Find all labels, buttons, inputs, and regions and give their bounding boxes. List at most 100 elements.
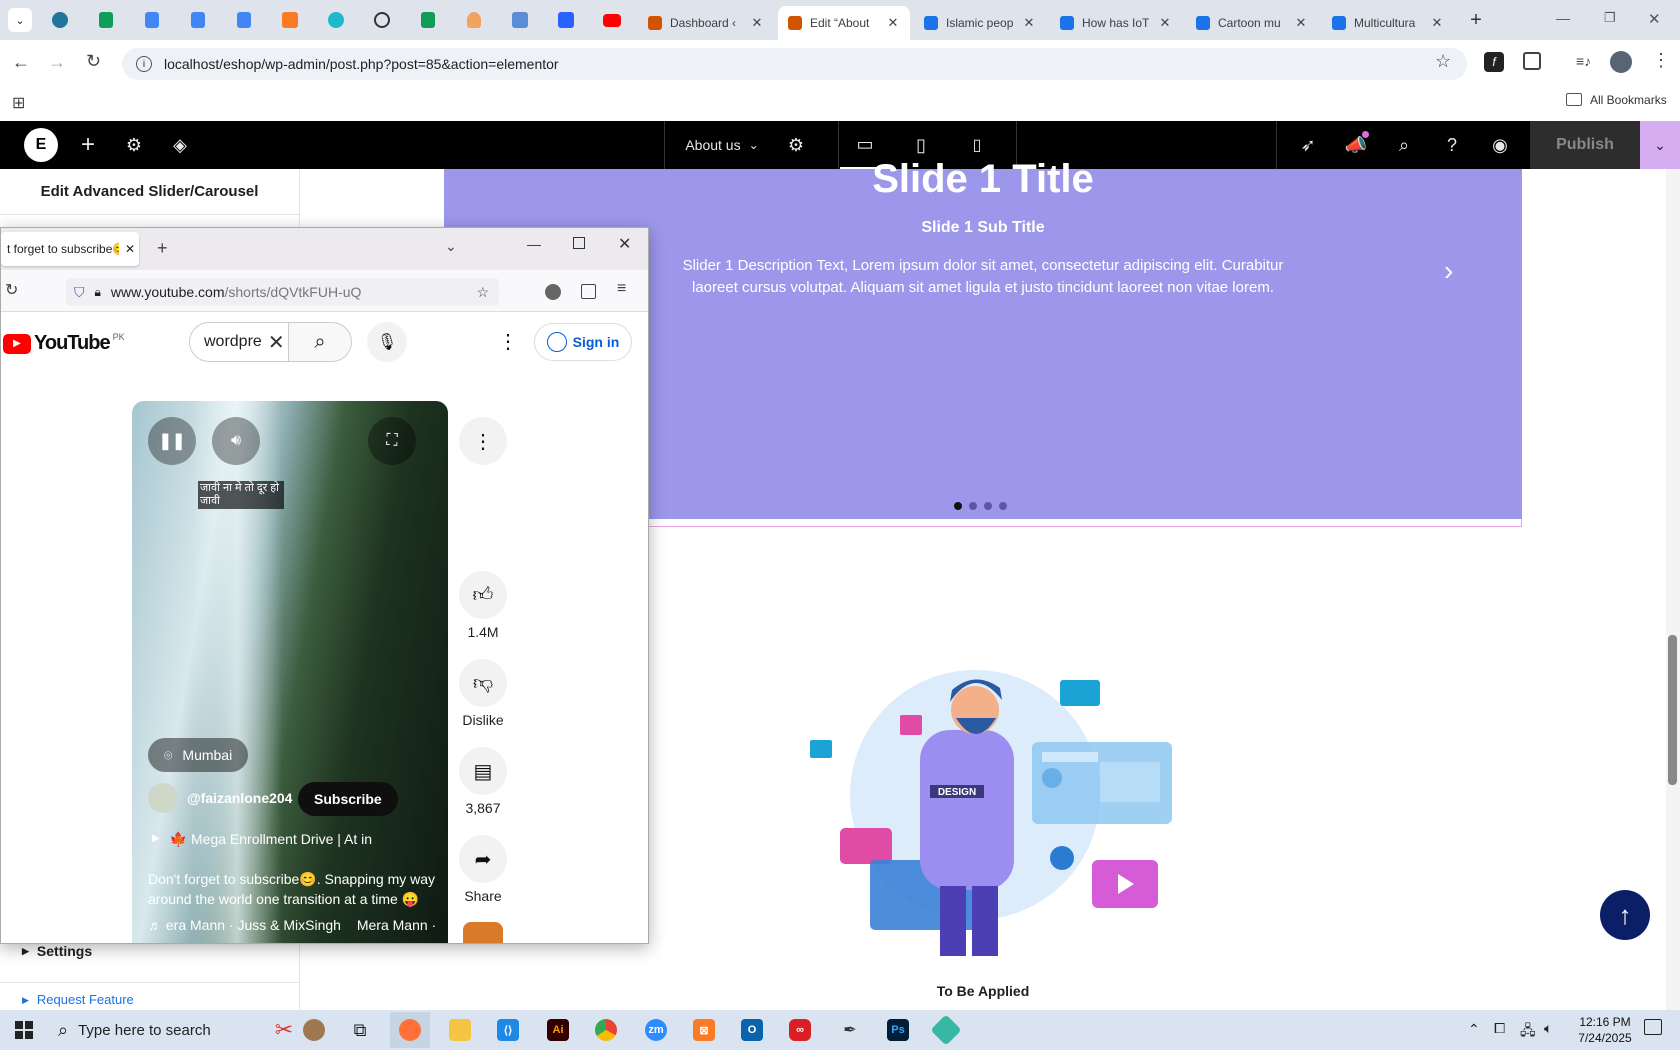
comments-icon[interactable]: ▤ <box>459 747 507 795</box>
pause-icon[interactable]: ❚❚ <box>148 417 196 465</box>
pinned-tab-wordpress[interactable] <box>48 8 72 32</box>
extensions-puzzle-icon[interactable] <box>1523 52 1541 70</box>
bookmark-star-icon[interactable]: ☆ <box>476 284 489 301</box>
canvas-scrollbar[interactable] <box>1666 169 1680 1010</box>
popup-tab[interactable]: t forget to subscribe😊 ✕ <box>1 232 139 266</box>
illustrator-icon[interactable]: Ai <box>538 1012 578 1048</box>
maximize-icon[interactable] <box>573 237 585 249</box>
tray-app-icon[interactable]: ⧠ <box>1494 1020 1505 1037</box>
youtube-logo[interactable]: ▶ YouTube PK <box>3 332 125 355</box>
pinned-tab-hand[interactable] <box>462 8 486 32</box>
dislike-icon[interactable]: 👎︎ <box>459 659 507 707</box>
share-icon[interactable]: ➦ <box>459 835 507 883</box>
extensions-icon[interactable] <box>581 284 596 299</box>
tab-edit-about[interactable]: Edit “About ✕ <box>778 6 910 40</box>
sign-in-button[interactable]: Sign in <box>534 323 632 361</box>
close-icon[interactable]: ✕ <box>1430 15 1444 31</box>
diamond-app-icon[interactable] <box>926 1012 966 1048</box>
close-icon[interactable]: ✕ <box>1158 15 1172 31</box>
pinned-tab-docs-1[interactable] <box>140 8 164 32</box>
pagination-dot[interactable] <box>999 502 1007 510</box>
minimize-icon[interactable]: — <box>527 236 541 252</box>
extension-icon[interactable]: f <box>1484 52 1504 72</box>
taskbar-clock[interactable]: 12:16 PM 7/24/2025 <box>1568 1014 1642 1046</box>
profile-avatar[interactable] <box>1610 51 1632 73</box>
tab-islamic[interactable]: Islamic peop ✕ <box>914 6 1046 40</box>
pinned-tab-chatgpt[interactable] <box>370 8 394 32</box>
pinned-tab-sheets[interactable] <box>94 8 118 32</box>
pinned-tab-xampp[interactable] <box>278 8 302 32</box>
close-icon[interactable]: ✕ <box>1294 15 1308 31</box>
scroll-to-top-button[interactable]: ↑ <box>1600 890 1650 940</box>
media-control-icon[interactable]: ≡♪ <box>1576 53 1591 69</box>
photoshop-icon[interactable]: Ps <box>878 1012 918 1048</box>
microphone-icon[interactable]: 🎙︎ <box>367 322 407 362</box>
elementor-logo-icon[interactable]: E <box>24 128 58 162</box>
close-icon[interactable]: ✕ <box>125 242 135 256</box>
outlook-icon[interactable]: O <box>732 1012 772 1048</box>
minimize-icon[interactable]: — <box>1556 10 1570 26</box>
pinned-tab-grid[interactable] <box>508 8 532 32</box>
tab-dashboard[interactable]: Dashboard ‹ ✕ <box>638 6 774 40</box>
xampp-icon[interactable]: ⊠ <box>684 1012 724 1048</box>
pinned-tab-perplexity[interactable] <box>324 8 348 32</box>
tab-multicultural[interactable]: Multicultura ✕ <box>1322 6 1454 40</box>
reload-icon[interactable]: ↻ <box>86 51 101 72</box>
structure-layers-icon[interactable]: ◈ <box>162 121 198 169</box>
tray-chevron-icon[interactable]: ⌃ <box>1468 1021 1480 1038</box>
volume-icon[interactable]: 🔊︎ <box>212 417 260 465</box>
file-explorer-icon[interactable] <box>440 1012 480 1048</box>
user-app-icon[interactable] <box>294 1012 334 1048</box>
next-arrow-icon[interactable]: › <box>1444 255 1453 287</box>
pagination-dot[interactable] <box>984 502 992 510</box>
close-window-icon[interactable]: ✕ <box>1648 10 1661 28</box>
more-options-icon[interactable]: ⋮ <box>459 417 507 465</box>
windows-start-icon[interactable] <box>4 1012 44 1048</box>
search-icon[interactable]: ⌕ <box>288 322 352 362</box>
clear-search-icon[interactable]: ✕ <box>268 330 285 355</box>
back-icon[interactable]: ← <box>12 52 30 73</box>
close-window-icon[interactable]: ✕ <box>618 234 631 254</box>
firefox-icon[interactable] <box>390 1012 430 1048</box>
new-tab-button[interactable]: + <box>1464 8 1488 32</box>
vscode-icon[interactable]: ⟨⟩ <box>488 1012 528 1048</box>
task-view-icon[interactable]: ⧉ <box>340 1012 380 1048</box>
chrome-icon[interactable] <box>586 1012 626 1048</box>
youtube-search-input[interactable]: wordpre ✕ <box>189 322 289 362</box>
shorts-video[interactable]: ❚❚ 🔊︎ ⛶ जावी ना मे तो दूर हो जावी ⌾ Mumb… <box>132 401 448 943</box>
channel-avatar[interactable] <box>148 783 178 813</box>
publish-options-chevron-icon[interactable]: ⌄ <box>1640 121 1680 169</box>
site-info-icon[interactable]: i <box>136 56 152 72</box>
close-icon[interactable]: ✕ <box>750 15 764 31</box>
like-icon[interactable]: 👍︎ <box>459 571 507 619</box>
music-thumbnail[interactable] <box>463 922 503 943</box>
menu-icon[interactable]: ≡ <box>617 280 626 298</box>
location-chip[interactable]: ⌾ Mumbai <box>148 738 249 772</box>
subscribe-button[interactable]: Subscribe <box>298 782 398 816</box>
creative-cloud-icon[interactable]: ∞ <box>780 1012 820 1048</box>
scrollbar-thumb[interactable] <box>1668 635 1677 785</box>
publish-button[interactable]: Publish <box>1530 121 1640 169</box>
bookmark-star-icon[interactable]: ☆ <box>1435 51 1451 72</box>
tab-list-chevron-icon[interactable]: ⌄ <box>445 238 457 255</box>
close-icon[interactable]: ✕ <box>886 15 900 31</box>
settings-section[interactable]: ▶ Settings <box>22 943 92 959</box>
tab-search-icon[interactable]: ⌄ <box>8 8 32 32</box>
add-element-icon[interactable]: + <box>70 121 106 169</box>
site-settings-icon[interactable]: ⚙ <box>116 121 152 169</box>
pinned-tab-docs-2[interactable] <box>186 8 210 32</box>
music-track[interactable]: ♬ era Mann · Juss & MixSingh Mera Mann · <box>148 917 436 933</box>
restore-icon[interactable]: ❐ <box>1604 10 1616 26</box>
all-bookmarks[interactable]: All Bookmarks <box>1590 93 1667 107</box>
account-icon[interactable] <box>545 284 561 300</box>
zoom-icon[interactable]: zm <box>636 1012 676 1048</box>
close-icon[interactable]: ✕ <box>1022 15 1036 31</box>
pagination-dot[interactable] <box>969 502 977 510</box>
fullscreen-icon[interactable]: ⛶ <box>368 417 416 465</box>
volume-icon[interactable]: 🔈︎ <box>1544 1020 1552 1037</box>
pen-tool-icon[interactable]: ✒ <box>830 1012 870 1048</box>
playlist-link[interactable]: ▶ 🍁 Mega Enrollment Drive | At in <box>152 831 372 848</box>
address-bar[interactable]: i localhost/eshop/wp-admin/post.php?post… <box>122 48 1467 80</box>
channel-handle[interactable]: @faizanlone204 <box>187 790 292 806</box>
apps-grid-icon[interactable]: ⊞ <box>12 93 25 113</box>
